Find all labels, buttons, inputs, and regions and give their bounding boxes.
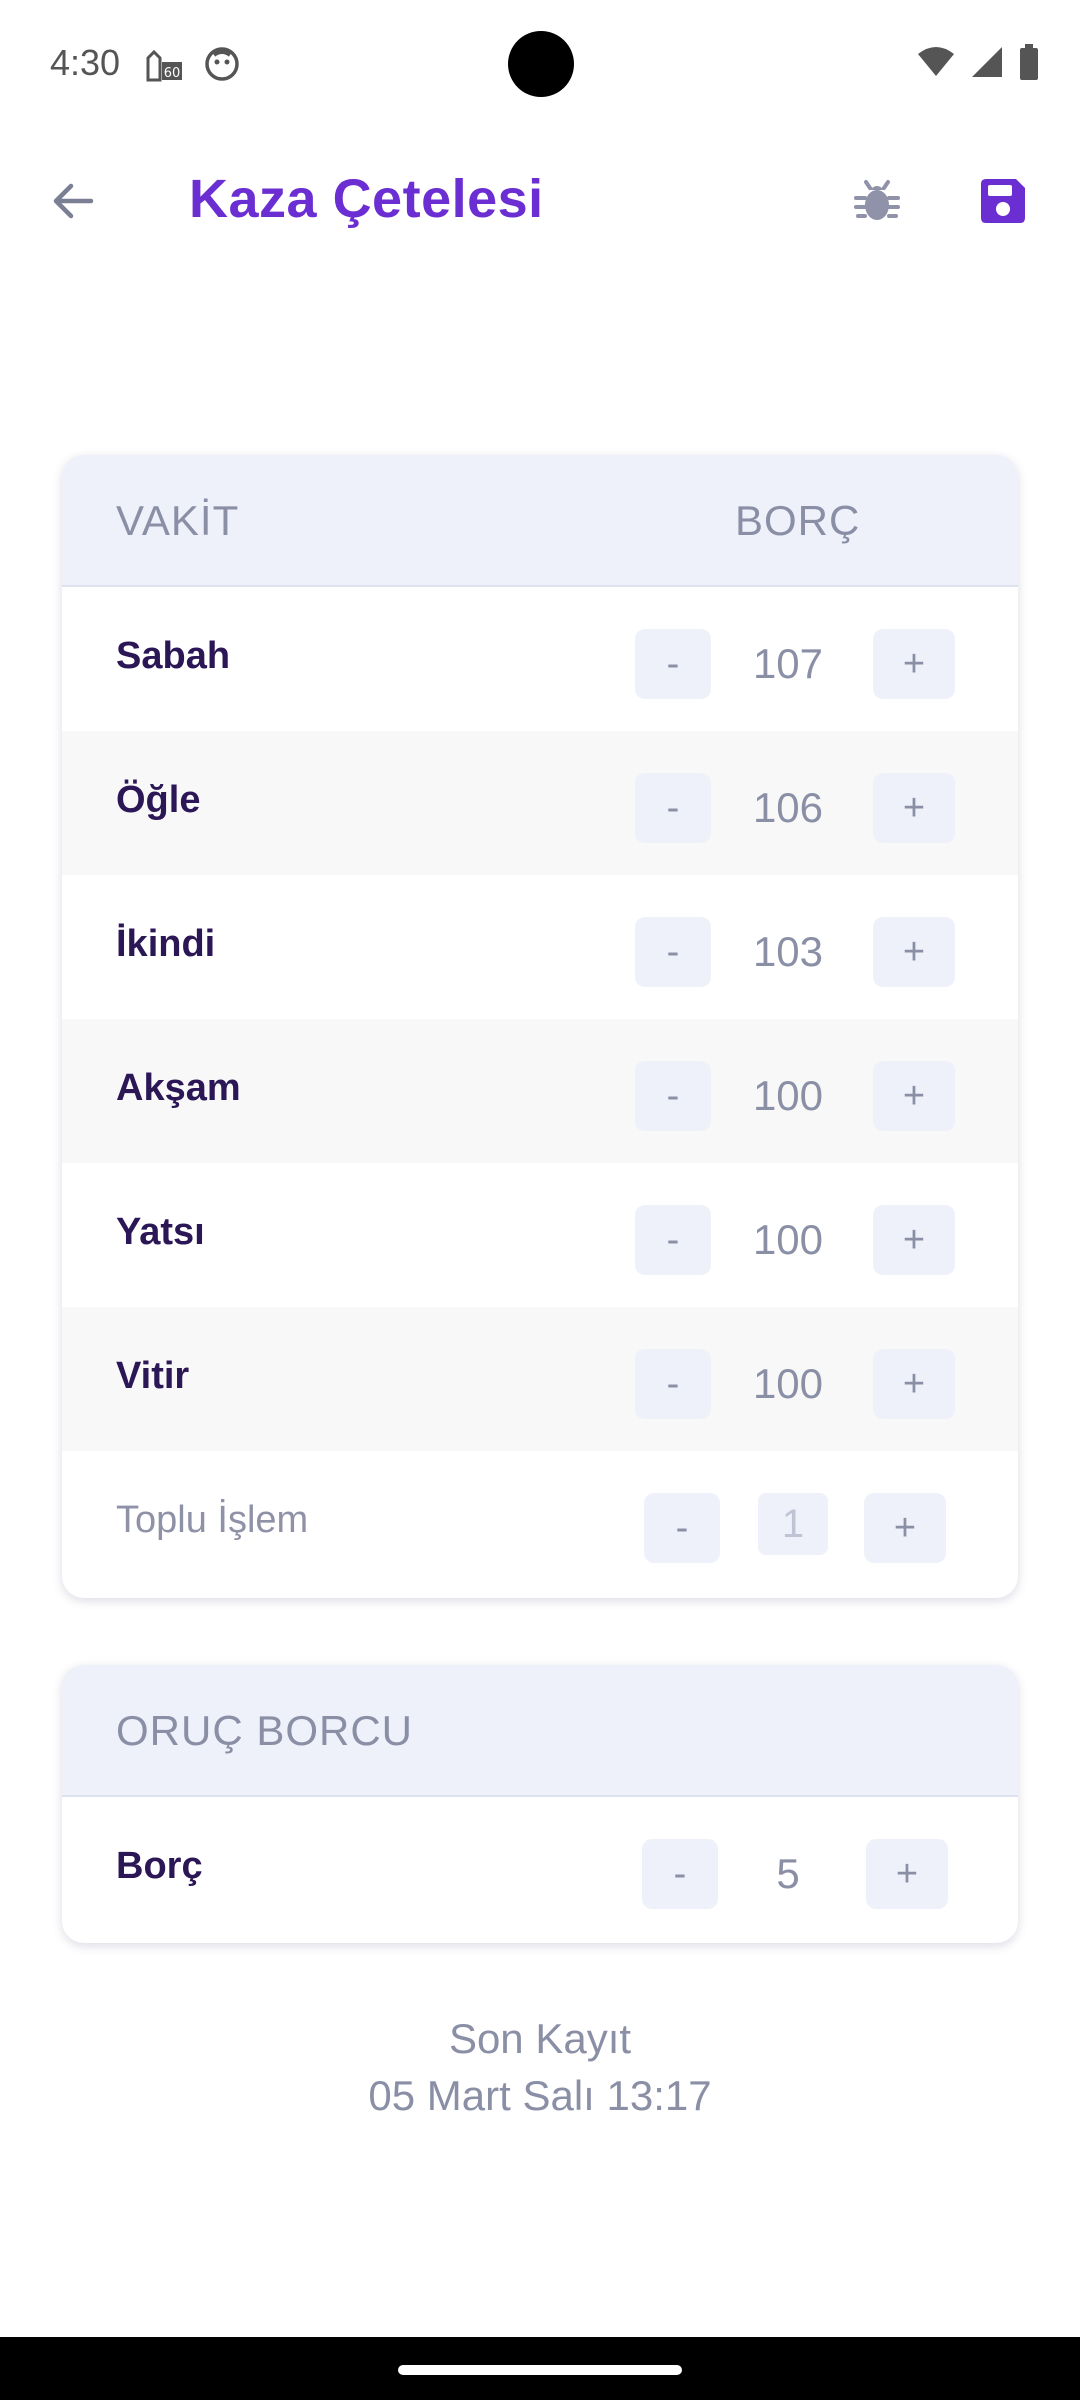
bug-icon (852, 176, 902, 231)
increment-button[interactable]: + (873, 1061, 955, 1131)
increment-button[interactable]: + (873, 773, 955, 843)
prayer-name: İkindi (116, 923, 216, 965)
prayer-name: Vitir (116, 1355, 190, 1397)
prayer-row-ikindi: İkindi - 103 + (62, 875, 1018, 1019)
header-vakit: VAKİT (116, 497, 240, 544)
fasting-increment-button[interactable]: + (866, 1839, 948, 1909)
decrement-button[interactable]: - (635, 773, 711, 843)
prayer-row-aksam: Akşam - 100 + (62, 1019, 1018, 1163)
last-record-title: Son Kayıt (448, 2015, 632, 2062)
debt-value: 103 (752, 928, 824, 975)
system-nav-bar (0, 2337, 1080, 2400)
decrement-button[interactable]: - (635, 629, 711, 699)
header-oruc-borcu: ORUÇ BORCU (116, 1707, 414, 1754)
prayer-name: Öğle (116, 779, 201, 821)
page-title: Kaza Çetelesi (189, 169, 544, 229)
wifi-icon (916, 46, 956, 83)
bulk-increment-button[interactable]: + (864, 1493, 946, 1563)
svg-text:60: 60 (164, 66, 181, 81)
prayer-row-sabah: Sabah - 107 + (62, 587, 1018, 731)
decrement-button[interactable]: - (635, 917, 711, 987)
status-right-icons (916, 44, 1040, 85)
home-gesture-handle[interactable] (398, 2365, 682, 2375)
prayer-name: Sabah (116, 635, 231, 677)
prayer-row-yatsi: Yatsı - 100 + (62, 1163, 1018, 1307)
increment-button[interactable]: + (873, 629, 955, 699)
arrow-left-icon (49, 177, 97, 230)
bulk-operation-row: Toplu İşlem - 1 + (62, 1451, 1018, 1595)
status-time: 4:30 (50, 42, 121, 83)
bug-report-button[interactable] (844, 170, 910, 236)
mosque-60-icon: 60 (144, 44, 184, 84)
debt-value: 106 (752, 784, 824, 831)
fasting-table-header: ORUÇ BORCU (62, 1665, 1018, 1797)
decrement-button[interactable]: - (635, 1205, 711, 1275)
prayer-debt-card: VAKİT BORÇ Sabah - 107 + Öğle - 106 + İk… (62, 455, 1018, 1598)
debt-value: 100 (752, 1360, 824, 1407)
battery-icon (1018, 44, 1040, 85)
signal-icon (970, 45, 1004, 84)
camera-cutout (508, 31, 574, 97)
fasting-debt-card: ORUÇ BORCU Borç - 5 + (62, 1665, 1018, 1943)
fasting-decrement-button[interactable]: - (642, 1839, 718, 1909)
decrement-button[interactable]: - (635, 1349, 711, 1419)
debt-value: 107 (752, 640, 824, 687)
fasting-row: Borç - 5 + (62, 1797, 1018, 1941)
bulk-operation-label: Toplu İşlem (116, 1499, 309, 1541)
prayer-row-ogle: Öğle - 106 + (62, 731, 1018, 875)
fasting-name: Borç (116, 1845, 203, 1887)
status-bar: 4:30 60 (0, 0, 1080, 130)
debt-value: 100 (752, 1216, 824, 1263)
increment-button[interactable]: + (873, 1349, 955, 1419)
increment-button[interactable]: + (873, 917, 955, 987)
prayer-table-header: VAKİT BORÇ (62, 455, 1018, 587)
save-button[interactable] (970, 170, 1036, 236)
prayer-name: Yatsı (116, 1211, 205, 1253)
prayer-name: Akşam (116, 1067, 241, 1109)
save-icon (978, 176, 1028, 231)
back-button[interactable] (40, 170, 106, 236)
app-bar: Kaza Çetelesi (0, 140, 1080, 264)
fasting-debt-value: 5 (776, 1850, 800, 1897)
increment-button[interactable]: + (873, 1205, 955, 1275)
bulk-amount-input[interactable]: 1 (758, 1493, 828, 1555)
decrement-button[interactable]: - (635, 1061, 711, 1131)
header-borc: BORÇ (735, 497, 861, 544)
last-record-date: 05 Mart Salı 13:17 (368, 2072, 712, 2119)
bulk-decrement-button[interactable]: - (644, 1493, 720, 1563)
prayer-row-vitir: Vitir - 100 + (62, 1307, 1018, 1451)
debt-value: 100 (752, 1072, 824, 1119)
face-icon (204, 46, 240, 82)
